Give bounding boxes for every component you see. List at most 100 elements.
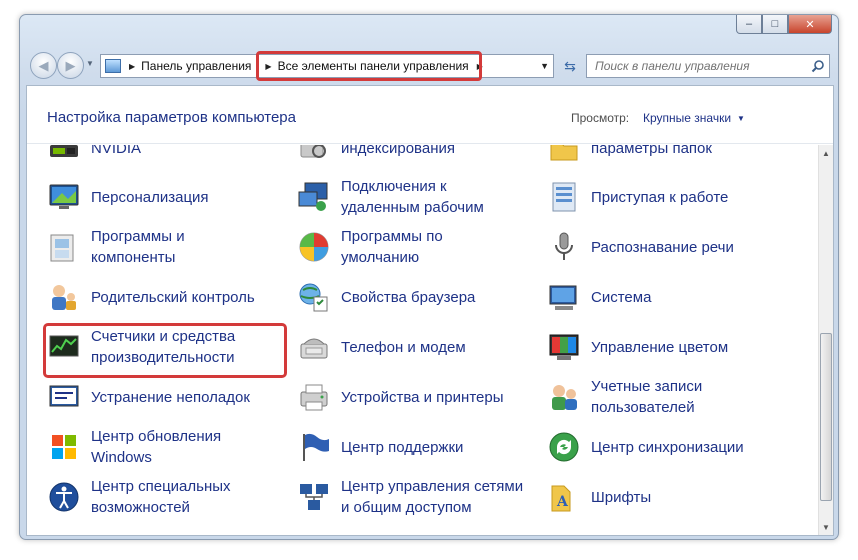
item-parental-controls[interactable]: Родительский контроль	[47, 274, 287, 320]
item-performance[interactable]: Счетчики и средства производительности	[47, 324, 287, 370]
close-button[interactable]: ✕	[788, 15, 832, 34]
performance-icon	[47, 330, 81, 364]
search-input[interactable]	[587, 56, 807, 76]
scroll-up-button[interactable]: ▲	[819, 145, 833, 161]
user-accounts-icon	[547, 380, 581, 414]
item-personalization[interactable]: Персонализация	[47, 174, 287, 220]
item-speech-recognition[interactable]: Распознавание речи	[547, 224, 787, 270]
chevron-down-icon[interactable]: ▼	[737, 114, 745, 123]
action-center-flag-icon	[297, 430, 331, 464]
item-label: Устранение неполадок	[91, 388, 250, 406]
view-mode-dropdown[interactable]: Крупные значки ▼	[643, 111, 745, 125]
network-center-icon	[297, 480, 331, 514]
control-panel-items: NVIDIA индексирования параметры папок Пе…	[27, 145, 821, 535]
forward-button[interactable]: ▶	[57, 52, 84, 79]
content-pane: Настройка параметров компьютера Просмотр…	[26, 85, 834, 536]
item-label: Персонализация	[91, 188, 209, 206]
item-phone-modem[interactable]: Телефон и модем	[297, 324, 537, 370]
nvidia-icon	[47, 145, 81, 165]
item-label: индексирования	[341, 145, 455, 157]
microphone-icon	[547, 230, 581, 264]
item-label: Учетные записи пользователей	[591, 378, 703, 416]
crumb-separator[interactable]: ▶	[265, 62, 271, 71]
item-label: Управление цветом	[591, 338, 729, 356]
item-label: Распознавание речи	[591, 238, 734, 256]
item-sync-center[interactable]: Центр синхронизации	[547, 424, 787, 470]
minimize-button[interactable]: –	[736, 15, 762, 34]
breadcrumb-control-panel[interactable]: Панель управления	[141, 59, 251, 73]
search-box	[586, 54, 830, 78]
address-dropdown-button[interactable]: ▼	[540, 61, 549, 71]
item-programs-features[interactable]: Программы и компоненты	[47, 224, 287, 270]
item-label: NVIDIA	[91, 145, 142, 157]
folder-options-icon	[547, 145, 581, 165]
refresh-button[interactable]: ⇆	[558, 54, 582, 78]
item-internet-options[interactable]: Свойства браузера	[297, 274, 537, 320]
search-icon[interactable]	[807, 59, 829, 73]
item-label: Система	[591, 288, 652, 306]
item-devices-printers[interactable]: Устройства и принтеры	[297, 374, 537, 420]
personalization-icon	[47, 180, 81, 214]
item-nvidia[interactable]: NVIDIA	[47, 145, 287, 171]
crumb-separator[interactable]: ▶	[477, 62, 483, 71]
getting-started-icon	[547, 180, 581, 214]
item-network-center[interactable]: Центр управления сетями и общим доступом	[297, 474, 537, 520]
programs-features-icon	[47, 230, 81, 264]
item-label: Центр специальных возможностей	[91, 478, 231, 516]
navigation-bar: ◀ ▶ ▼ ▶ Панель управления ▶ Все элементы…	[20, 49, 838, 83]
item-label: Центр синхронизации	[591, 438, 744, 456]
item-label: Счетчики и средства производительности	[91, 328, 236, 366]
item-label: Телефон и модем	[341, 338, 466, 356]
item-label: Устройства и принтеры	[341, 388, 504, 406]
default-programs-icon	[297, 230, 331, 264]
devices-printers-icon	[297, 380, 331, 414]
item-label: Приступая к работе	[591, 188, 729, 206]
scroll-thumb[interactable]	[820, 333, 832, 501]
vertical-scrollbar[interactable]: ▲ ▼	[818, 145, 833, 535]
svg-text:A: A	[556, 494, 569, 510]
item-windows-update[interactable]: Центр обновления Windows	[47, 424, 287, 470]
crumb-separator[interactable]: ▶	[129, 62, 135, 71]
back-button[interactable]: ◀	[30, 52, 57, 79]
item-color-management[interactable]: Управление цветом	[547, 324, 787, 370]
item-label: Свойства браузера	[341, 288, 476, 306]
item-label: Программы и компоненты	[91, 228, 185, 266]
caption-buttons: – □ ✕	[736, 15, 832, 34]
internet-options-icon	[297, 280, 331, 314]
item-fonts[interactable]: A Шрифты	[547, 474, 787, 520]
recent-pages-dropdown[interactable]: ▼	[86, 59, 94, 68]
phone-modem-icon	[297, 330, 331, 364]
item-ease-of-access[interactable]: Центр специальных возможностей	[47, 474, 287, 520]
breadcrumb-group: ▶ Все элементы панели управления ▶	[257, 59, 488, 73]
parental-controls-icon	[47, 280, 81, 314]
item-label: Шрифты	[591, 488, 652, 506]
item-getting-started[interactable]: Приступая к работе	[547, 174, 787, 220]
color-management-icon	[547, 330, 581, 364]
item-action-center[interactable]: Центр поддержки	[297, 424, 537, 470]
breadcrumb-all-items[interactable]: Все элементы панели управления	[278, 59, 469, 73]
item-label: Центр управления сетями и общим доступом	[341, 478, 524, 516]
control-panel-icon	[105, 59, 121, 73]
remote-desktop-icon	[297, 180, 331, 214]
content-header: Настройка параметров компьютера Просмотр…	[27, 86, 833, 144]
item-troubleshooting[interactable]: Устранение неполадок	[47, 374, 287, 420]
item-label: параметры папок	[591, 145, 712, 157]
fonts-icon: A	[547, 480, 581, 514]
address-bar[interactable]: ▶ Панель управления ▶ Все элементы панел…	[100, 51, 554, 81]
windows-update-icon	[47, 430, 81, 464]
item-label: Центр поддержки	[341, 438, 464, 456]
view-label: Просмотр:	[571, 111, 630, 125]
item-remote-desktop[interactable]: Подключения к удаленным рабочим	[297, 174, 537, 220]
control-panel-window: – □ ✕ ◀ ▶ ▼ ▶ Панель управления ▶ Все эл…	[19, 14, 839, 540]
scroll-down-button[interactable]: ▼	[819, 519, 833, 535]
item-label: Центр обновления Windows	[91, 428, 222, 466]
item-folder-options[interactable]: параметры папок	[547, 145, 787, 171]
item-system[interactable]: Система	[547, 274, 787, 320]
item-indexing-options[interactable]: индексирования	[297, 145, 537, 171]
item-default-programs[interactable]: Программы по умолчанию	[297, 224, 537, 270]
maximize-button[interactable]: □	[762, 15, 788, 34]
ease-of-access-icon	[47, 480, 81, 514]
system-icon	[547, 280, 581, 314]
view-mode-value[interactable]: Крупные значки	[643, 111, 731, 125]
item-user-accounts[interactable]: Учетные записи пользователей	[547, 374, 787, 420]
